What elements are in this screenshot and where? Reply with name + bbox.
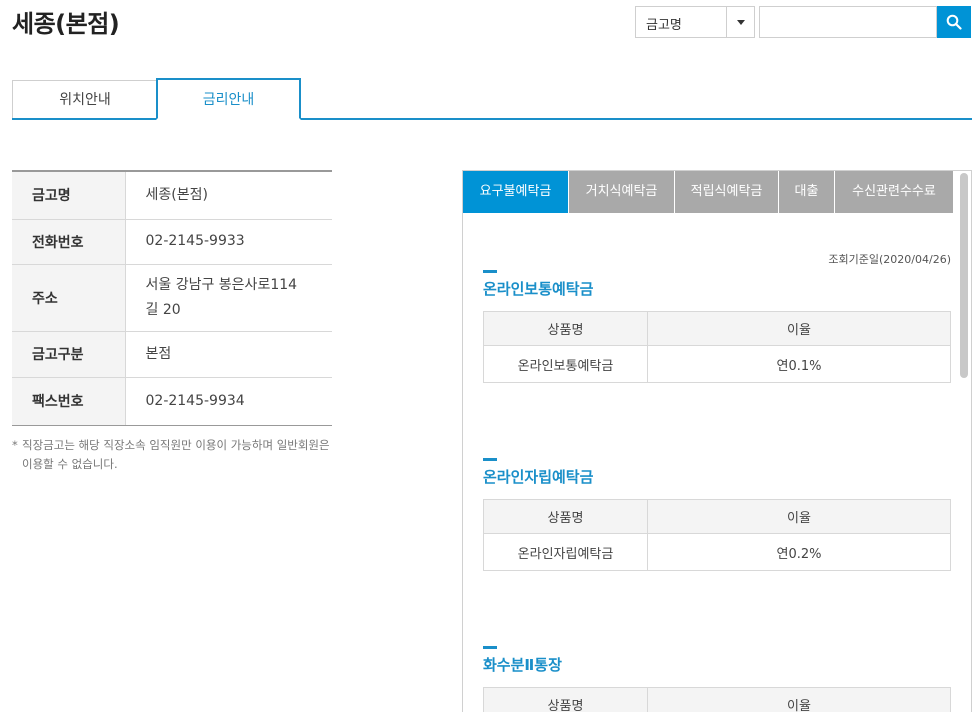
search-input[interactable]: [759, 6, 937, 38]
title-accent-bar: [483, 270, 497, 273]
rate-tabs: 요구불예탁금 거치식예탁금 적립식예탁금 대출 수신관련수수료: [463, 171, 953, 213]
row-value-address: 서울 강남구 봉은사로114 길 20: [125, 264, 332, 332]
col-header-product: 상품명: [483, 687, 648, 712]
section-title: 화수분Ⅱ통장: [483, 646, 562, 675]
rate-table: 상품명 이율: [483, 687, 951, 712]
cell-product: 온라인보통예탁금: [483, 345, 648, 383]
section-title-text: 온라인보통예탁금: [483, 280, 594, 298]
title-accent-bar: [483, 646, 497, 649]
table-header-row: 상품명 이율: [483, 311, 951, 346]
row-value-type: 본점: [125, 331, 332, 378]
col-header-product: 상품명: [483, 499, 648, 534]
table-row: 금고구분 본점: [12, 331, 332, 378]
notice-text: * 직장금고는 해당 직장소속 임직원만 이용이 가능하며 일반회원은 이용할 …: [12, 436, 334, 474]
row-label-type: 금고구분: [12, 331, 126, 378]
search-icon: [946, 14, 962, 30]
col-header-product: 상품명: [483, 311, 648, 346]
col-header-rate: 이율: [647, 687, 951, 712]
tab-demand-deposit[interactable]: 요구불예탁금: [463, 171, 568, 213]
section-title: 온라인보통예탁금: [483, 270, 594, 299]
scrollbar-thumb[interactable]: [960, 173, 968, 378]
cell-rate: 연0.2%: [647, 533, 951, 571]
row-label-address: 주소: [12, 264, 126, 332]
tab-time-deposit[interactable]: 거치식예탁금: [569, 171, 674, 213]
col-header-rate: 이율: [647, 311, 951, 346]
rate-table: 상품명 이율 온라인자립예탁금 연0.2%: [483, 499, 951, 571]
row-label-name: 금고명: [12, 171, 126, 220]
bullet-icon: *: [12, 438, 18, 452]
tab-location[interactable]: 위치안내: [12, 80, 158, 118]
tab-interest-rate[interactable]: 금리안내: [156, 78, 301, 120]
search-button[interactable]: [937, 6, 971, 38]
section-title-text: 온라인자립예탁금: [483, 468, 594, 486]
title-accent-bar: [483, 458, 497, 461]
main-tabs: 위치안내 금리안내: [12, 78, 972, 120]
tab-loan[interactable]: 대출: [779, 171, 834, 213]
notice-body: 직장금고는 해당 직장소속 임직원만 이용이 가능하며 일반회원은 이용할 수 …: [22, 438, 330, 471]
page-title: 세종(본점): [12, 10, 120, 38]
row-label-fax: 팩스번호: [12, 377, 126, 426]
row-label-phone: 전화번호: [12, 219, 126, 265]
table-header-row: 상품명 이율: [483, 687, 951, 712]
table-row: 팩스번호 02-2145-9934: [12, 377, 332, 426]
table-header-row: 상품명 이율: [483, 499, 951, 534]
table-row: 온라인자립예탁금 연0.2%: [483, 533, 951, 571]
table-row: 전화번호 02-2145-9933: [12, 219, 332, 265]
tab-installment-deposit[interactable]: 적립식예탁금: [675, 171, 778, 213]
base-date: 조회기준일(2020/04/26): [828, 253, 951, 266]
rate-table: 상품명 이율 온라인보통예탁금 연0.1%: [483, 311, 951, 383]
cell-product: 온라인자립예탁금: [483, 533, 648, 571]
table-row: 주소 서울 강남구 봉은사로114 길 20: [12, 264, 332, 332]
table-row: 온라인보통예탁금 연0.1%: [483, 345, 951, 383]
section-title: 온라인자립예탁금: [483, 458, 594, 487]
section-title-text: 화수분Ⅱ통장: [483, 656, 562, 674]
branch-info-table: 금고명 세종(본점) 전화번호 02-2145-9933 주소 서울 강남구 봉…: [12, 170, 332, 426]
row-value-phone: 02-2145-9933: [125, 219, 332, 265]
row-value-fax: 02-2145-9934: [125, 377, 332, 426]
rate-panel: 요구불예탁금 거치식예탁금 적립식예탁금 대출 수신관련수수료 조회기준일(20…: [462, 170, 972, 712]
chevron-down-icon: [726, 7, 754, 37]
row-value-name: 세종(본점): [125, 171, 332, 220]
table-row: 금고명 세종(본점): [12, 171, 332, 220]
tab-deposit-fees[interactable]: 수신관련수수료: [835, 171, 953, 213]
search-type-select[interactable]: 금고명: [635, 6, 755, 38]
cell-rate: 연0.1%: [647, 345, 951, 383]
search-type-label: 금고명: [646, 18, 682, 33]
col-header-rate: 이율: [647, 499, 951, 534]
